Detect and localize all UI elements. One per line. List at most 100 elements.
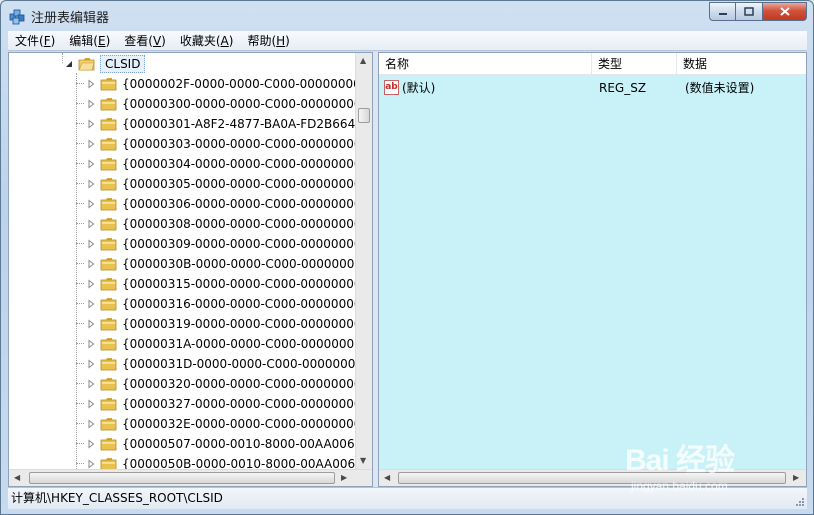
folder-icon (100, 398, 117, 411)
tree-node[interactable]: {00000315-0000-0000-C000-000000000046} (76, 274, 357, 294)
menu-favorites[interactable]: 收藏夹(A) (173, 31, 241, 51)
tree-node[interactable]: {00000507-0000-0010-8000-00AA006D2EA4} (76, 434, 357, 454)
expand-triangle-icon[interactable] (86, 359, 96, 369)
expand-triangle-icon[interactable] (86, 299, 96, 309)
column-header-type[interactable]: 类型 (592, 53, 677, 75)
column-header-data[interactable]: 数据 (677, 53, 806, 75)
list-row-default[interactable]: ab (默认) REG_SZ (数值未设置) (379, 79, 806, 97)
caption-buttons (709, 2, 807, 21)
expand-triangle-icon[interactable] (86, 259, 96, 269)
expand-triangle-icon[interactable] (86, 219, 96, 229)
close-button[interactable] (763, 2, 807, 21)
tree-node[interactable]: {00000319-0000-0000-C000-000000000046} (76, 314, 357, 334)
maximize-icon (744, 7, 754, 16)
tree-node[interactable]: {0000031D-0000-0000-C000-000000000046} (76, 354, 357, 374)
folder-icon (100, 258, 117, 271)
tree-node[interactable]: {0000002F-0000-0000-C000-000000000046} (76, 74, 357, 94)
tree-connector (76, 383, 84, 384)
resize-grip-icon[interactable] (795, 497, 805, 507)
collapse-triangle-icon[interactable] (64, 59, 74, 69)
tree-node[interactable]: {00000306-0000-0000-C000-000000000046} (76, 194, 357, 214)
folder-icon (100, 318, 117, 331)
expand-triangle-icon[interactable] (86, 99, 96, 109)
tree-connector (76, 123, 84, 124)
tree-node-label: {00000305-0000-0000-C000-000000000046} (122, 177, 357, 191)
expand-triangle-icon[interactable] (86, 379, 96, 389)
tree-horizontal-scrollbar[interactable]: ◀ ▶ (9, 469, 372, 486)
tree-connector (76, 283, 84, 284)
tree-connector (76, 463, 84, 464)
scroll-up-arrow-icon[interactable]: ▲ (360, 56, 366, 65)
tree-node-label: {00000306-0000-0000-C000-000000000046} (122, 197, 357, 211)
scroll-right-arrow-icon[interactable]: ▶ (793, 473, 799, 482)
expand-triangle-icon[interactable] (86, 179, 96, 189)
value-name: (默认) (402, 81, 436, 95)
minimize-button[interactable] (709, 2, 736, 21)
scroll-right-arrow-icon[interactable]: ▶ (341, 473, 347, 482)
folder-icon (100, 78, 117, 91)
tree-connector (76, 163, 84, 164)
tree-horizontal-scroll-thumb[interactable] (29, 472, 335, 484)
close-icon (779, 7, 790, 16)
folder-icon (100, 118, 117, 131)
tree-node-label: {00000507-0000-0010-8000-00AA006D2EA4} (122, 437, 357, 451)
tree-node[interactable]: {00000309-0000-0000-C000-000000000046} (76, 234, 357, 254)
list-horizontal-scroll-thumb[interactable] (398, 472, 786, 484)
expand-triangle-icon[interactable] (86, 239, 96, 249)
tree-node[interactable]: {0000030B-0000-0000-C000-000000000046} (76, 254, 357, 274)
tree-node[interactable]: {00000305-0000-0000-C000-000000000046} (76, 174, 357, 194)
tree-connector (76, 203, 84, 204)
tree-node[interactable]: {0000031A-0000-0000-C000-000000000046} (76, 334, 357, 354)
tree-node[interactable]: {00000300-0000-0000-C000-000000000046} (76, 94, 357, 114)
expand-triangle-icon[interactable] (86, 279, 96, 289)
tree-node[interactable]: {00000304-0000-0000-C000-000000000046} (76, 154, 357, 174)
tree-node[interactable]: {0000050B-0000-0010-8000-00AA006D2EA4} (76, 454, 357, 469)
tree-guide-line (76, 73, 77, 469)
tree-node-label: {00000308-0000-0000-C000-000000000046} (122, 217, 357, 231)
expand-triangle-icon[interactable] (86, 439, 96, 449)
expand-triangle-icon[interactable] (86, 159, 96, 169)
key-tree-pane[interactable]: CLSID {0000002F-0000-0000-C000-000000000… (8, 52, 373, 487)
menu-edit[interactable]: 编辑(E) (62, 31, 117, 51)
tree-node[interactable]: {00000301-A8F2-4877-BA0A-FD2B6645FB94} (76, 114, 357, 134)
list-horizontal-scrollbar[interactable]: ◀ ▶ (379, 469, 806, 486)
menu-help[interactable]: 帮助(H) (240, 31, 296, 51)
tree-label-selected: CLSID (100, 55, 146, 73)
tree-vertical-scroll-thumb[interactable] (358, 108, 370, 123)
folder-icon (100, 218, 117, 231)
expand-triangle-icon[interactable] (86, 459, 96, 469)
expand-triangle-icon[interactable] (86, 119, 96, 129)
scroll-left-arrow-icon[interactable]: ◀ (14, 473, 20, 482)
tree-connector (76, 423, 84, 424)
column-header-name[interactable]: 名称 (379, 53, 592, 75)
tree-node-clsid[interactable]: CLSID (64, 54, 146, 74)
scroll-down-arrow-icon[interactable]: ▼ (360, 456, 366, 465)
expand-triangle-icon[interactable] (86, 419, 96, 429)
title-bar[interactable]: 注册表编辑器 (1, 1, 813, 31)
scroll-left-arrow-icon[interactable]: ◀ (384, 473, 390, 482)
value-list-pane[interactable]: 名称 类型 数据 ab (默认) REG_SZ (数值未设置) ◀ ▶ (378, 52, 807, 487)
expand-triangle-icon[interactable] (86, 339, 96, 349)
tree-node-label: {00000316-0000-0000-C000-000000000046} (122, 297, 357, 311)
tree-connector (76, 223, 84, 224)
tree-node[interactable]: {00000327-0000-0000-C000-000000000046} (76, 394, 357, 414)
tree-node[interactable]: {00000320-0000-0000-C000-000000000046} (76, 374, 357, 394)
expand-triangle-icon[interactable] (86, 399, 96, 409)
expand-triangle-icon[interactable] (86, 79, 96, 89)
tree-node[interactable]: {00000308-0000-0000-C000-000000000046} (76, 214, 357, 234)
tree-node-label: {00000320-0000-0000-C000-000000000046} (122, 377, 357, 391)
expand-triangle-icon[interactable] (86, 139, 96, 149)
tree-node[interactable]: {00000316-0000-0000-C000-000000000046} (76, 294, 357, 314)
tree-vertical-scrollbar[interactable]: ▲ ▼ (355, 53, 372, 469)
tree-node[interactable]: {0000032E-0000-0000-C000-000000000046} (76, 414, 357, 434)
expand-triangle-icon[interactable] (86, 199, 96, 209)
tree-node-label: {00000303-0000-0000-C000-000000000046} (122, 137, 357, 151)
maximize-button[interactable] (736, 2, 763, 21)
tree-node-label: {00000319-0000-0000-C000-000000000046} (122, 317, 357, 331)
folder-icon (100, 358, 117, 371)
menu-file[interactable]: 文件(F) (8, 31, 62, 51)
tree-node[interactable]: {00000303-0000-0000-C000-000000000046} (76, 134, 357, 154)
menu-view[interactable]: 查看(V) (117, 31, 173, 51)
expand-triangle-icon[interactable] (86, 319, 96, 329)
tree-node-label: {0000031A-0000-0000-C000-000000000046} (122, 337, 357, 351)
